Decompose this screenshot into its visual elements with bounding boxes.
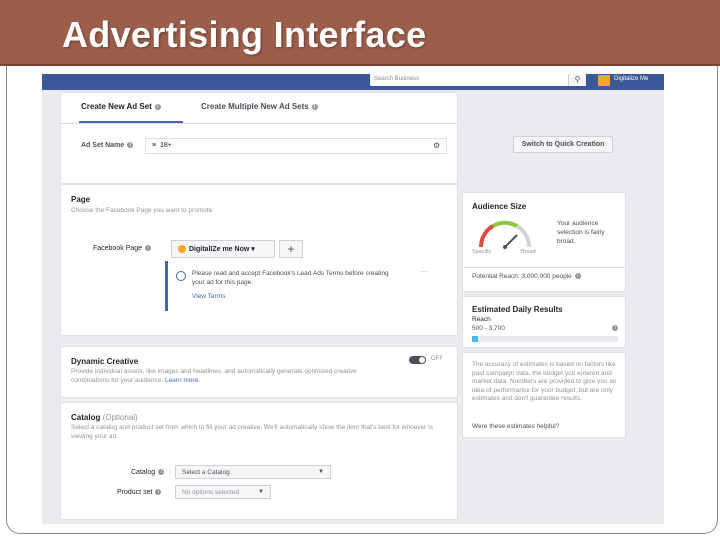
catalog-title: Catalog (Optional) bbox=[71, 413, 138, 422]
top-navigation-bar: Search Business ⚲ Digitalize Me bbox=[42, 74, 664, 90]
audience-size-title: Audience Size bbox=[472, 202, 527, 211]
tab-create-new-ad-set[interactable]: Create New Ad Set i bbox=[81, 102, 161, 111]
page-avatar bbox=[178, 245, 186, 254]
audience-description: Your audience selection is fairly broad. bbox=[557, 220, 605, 245]
accept-terms-radio[interactable] bbox=[176, 271, 186, 281]
product-set-select[interactable]: No options selected ▼ bbox=[175, 485, 271, 499]
product-set-label: Product set i bbox=[117, 489, 162, 496]
toggle-state-label: OFF bbox=[431, 356, 443, 362]
chevron-down-icon: ▼ bbox=[258, 489, 264, 495]
daily-results-title: Estimated Daily Results bbox=[472, 305, 563, 314]
divider bbox=[463, 267, 625, 268]
catalog-select[interactable]: Select a Catalog ▼ bbox=[175, 465, 331, 479]
add-page-button[interactable]: + bbox=[279, 240, 303, 258]
notice-text: Please read and accept Facebook's Lead A… bbox=[192, 270, 389, 286]
reach-bar bbox=[472, 336, 618, 342]
dynamic-creative-description: Provide individual assets, like images a… bbox=[71, 368, 357, 384]
potential-reach: Potential Reach: 3,000,000 people i bbox=[472, 273, 581, 280]
reach-label: Reach bbox=[472, 316, 491, 323]
dynamic-creative-title: Dynamic Creative bbox=[71, 357, 139, 366]
page-section-card: Page Choose the Facebook Page you want t… bbox=[60, 184, 458, 336]
info-icon: i bbox=[154, 103, 161, 110]
more-icon[interactable]: ··· bbox=[420, 267, 428, 276]
gear-icon[interactable]: ⚙ bbox=[433, 141, 440, 150]
search-input[interactable]: Search Business bbox=[370, 74, 586, 86]
info-icon: i bbox=[311, 103, 318, 110]
estimates-helpful-link[interactable]: Were these estimates helpful? bbox=[472, 423, 559, 430]
lead-ads-terms-notice: Please read and accept Facebook's Lead A… bbox=[165, 261, 437, 311]
dynamic-creative-card: Dynamic Creative Provide individual asse… bbox=[60, 346, 458, 398]
ad-set-name-input[interactable]: ≡ 18+ bbox=[145, 138, 447, 154]
page-section-title: Page bbox=[71, 195, 91, 204]
slide: Advertising Interface Search Business ⚲ … bbox=[0, 0, 720, 540]
switch-to-quick-creation-button[interactable]: Switch to Quick Creation bbox=[513, 136, 613, 153]
audience-gauge bbox=[478, 220, 532, 249]
divider bbox=[61, 123, 457, 124]
chevron-down-icon: ▾ bbox=[251, 246, 255, 253]
ad-set-card: Create New Ad Set i Create Multiple New A… bbox=[60, 92, 458, 184]
reach-bar-fill bbox=[472, 336, 478, 342]
business-avatar[interactable] bbox=[598, 75, 610, 86]
catalog-card: Catalog (Optional) Select a catalog and … bbox=[60, 402, 458, 520]
ad-set-name-label: Ad Set Name i bbox=[81, 142, 134, 149]
gauge-specific-label: Specific bbox=[472, 249, 492, 255]
info-icon: i bbox=[145, 245, 152, 252]
catalog-description: Select a catalog and product set from wh… bbox=[71, 424, 433, 440]
audience-size-card: Audience Size Specific Broad Your audien… bbox=[462, 192, 626, 292]
info-icon: i bbox=[155, 489, 162, 496]
chevron-down-icon: ▼ bbox=[318, 469, 324, 475]
toggle-knob bbox=[418, 356, 426, 364]
ads-manager-screenshot: Search Business ⚲ Digitalize Me Create N… bbox=[42, 74, 664, 524]
gauge-broad-label: Broad bbox=[521, 249, 536, 255]
page-section-description: Choose the Facebook Page you want to pro… bbox=[71, 207, 215, 214]
business-name[interactable]: Digitalize Me bbox=[614, 76, 648, 82]
info-icon[interactable]: i bbox=[612, 325, 618, 331]
catalog-label: Catalog i bbox=[131, 469, 165, 476]
tab-create-multiple-ad-sets[interactable]: Create Multiple New Ad Sets i bbox=[201, 102, 318, 111]
facebook-page-select[interactable]: DigitalIZe me Now ▾ bbox=[171, 240, 275, 258]
learn-more-link[interactable]: Learn more. bbox=[165, 377, 200, 384]
slide-title-bar: Advertising Interface bbox=[0, 0, 720, 66]
estimated-daily-results-card: Estimated Daily Results Reach 500 - 3,70… bbox=[462, 296, 626, 348]
info-icon: i bbox=[574, 273, 581, 280]
info-icon: i bbox=[127, 142, 134, 149]
slide-title: Advertising Interface bbox=[62, 14, 427, 55]
reach-value: 500 - 3,700 bbox=[472, 325, 505, 332]
accuracy-text: The accuracy of estimates is based on fa… bbox=[472, 361, 617, 402]
search-icon[interactable]: ⚲ bbox=[568, 74, 586, 86]
facebook-page-label: Facebook Page i bbox=[93, 245, 152, 252]
view-terms-link[interactable]: View Terms bbox=[192, 293, 225, 300]
estimates-accuracy-card: The accuracy of estimates is based on fa… bbox=[462, 352, 626, 438]
info-icon: i bbox=[158, 469, 165, 476]
